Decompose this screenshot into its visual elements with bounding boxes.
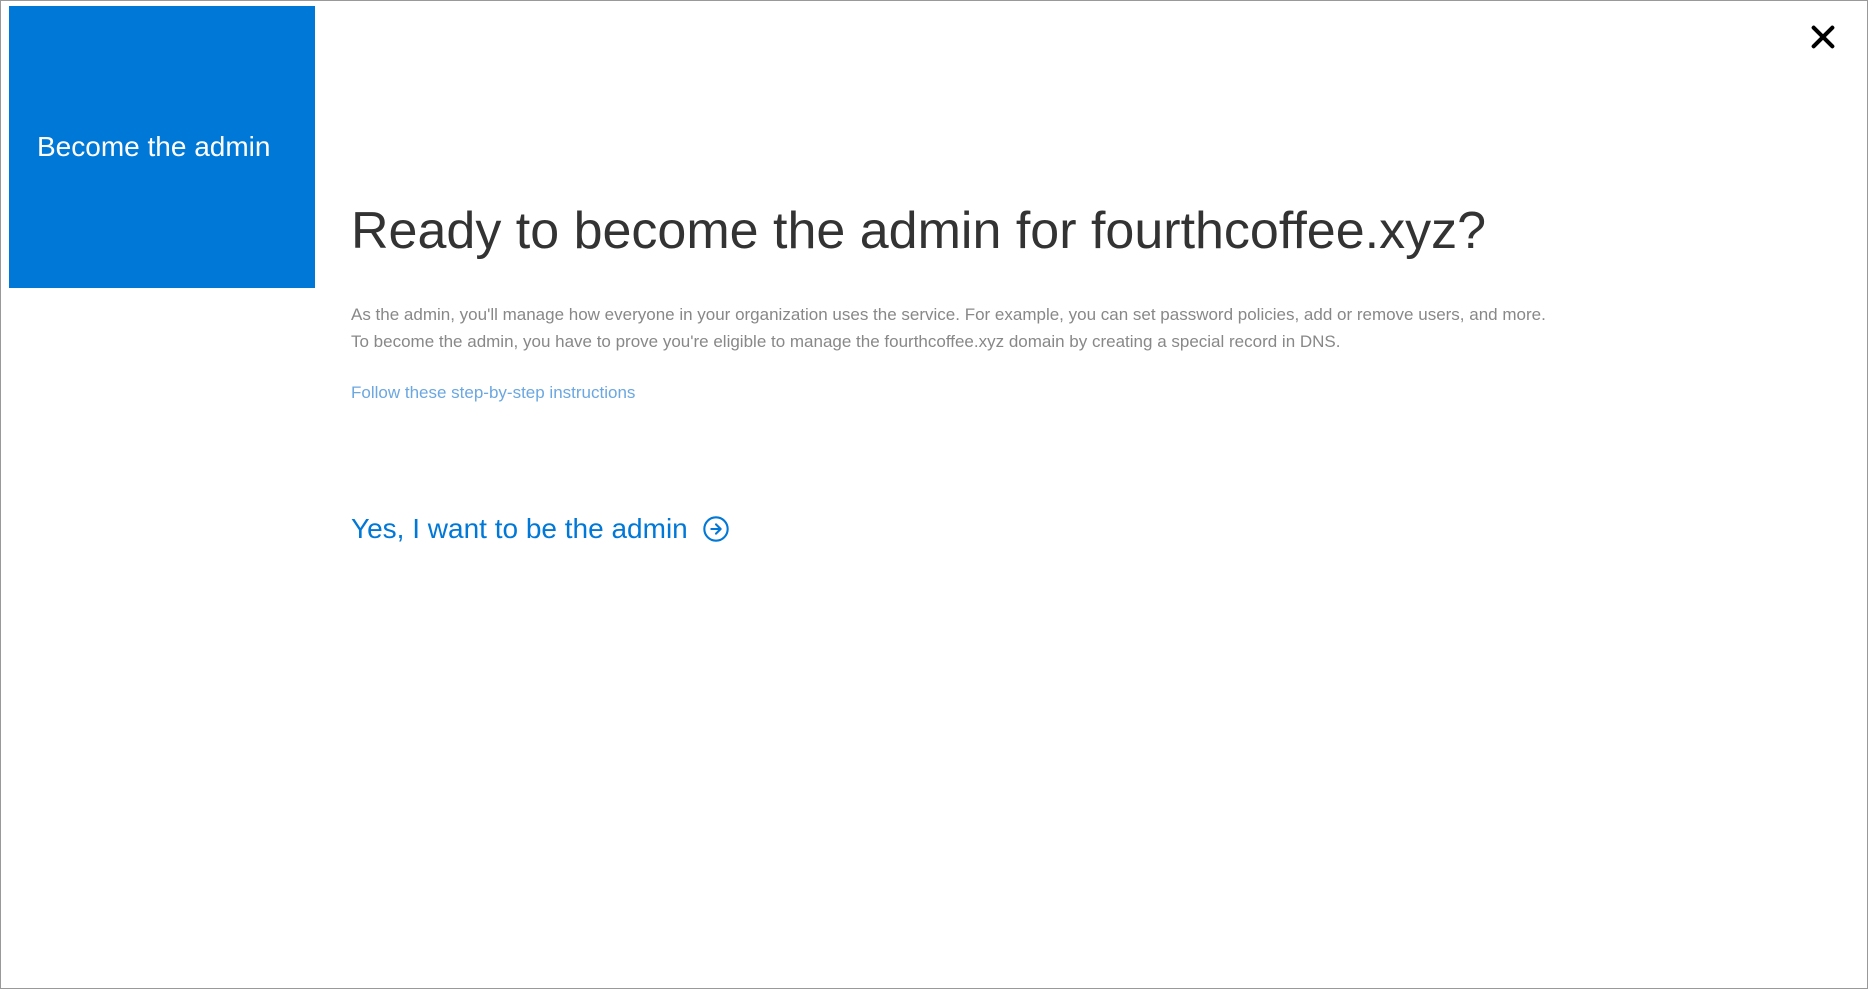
cta-label: Yes, I want to be the admin	[351, 513, 688, 545]
description-line-2: To become the admin, you have to prove y…	[351, 328, 1807, 355]
arrow-right-circle-icon	[702, 515, 730, 543]
instructions-link[interactable]: Follow these step-by-step instructions	[351, 383, 635, 403]
close-button[interactable]	[1807, 23, 1839, 55]
sidebar-tile: Become the admin	[9, 6, 315, 288]
main-content: Ready to become the admin for fourthcoff…	[351, 201, 1807, 545]
confirm-admin-button[interactable]: Yes, I want to be the admin	[351, 513, 1807, 545]
page-heading: Ready to become the admin for fourthcoff…	[351, 201, 1807, 261]
description-line-1: As the admin, you'll manage how everyone…	[351, 301, 1807, 328]
close-icon	[1809, 23, 1837, 56]
sidebar-title: Become the admin	[37, 131, 270, 163]
